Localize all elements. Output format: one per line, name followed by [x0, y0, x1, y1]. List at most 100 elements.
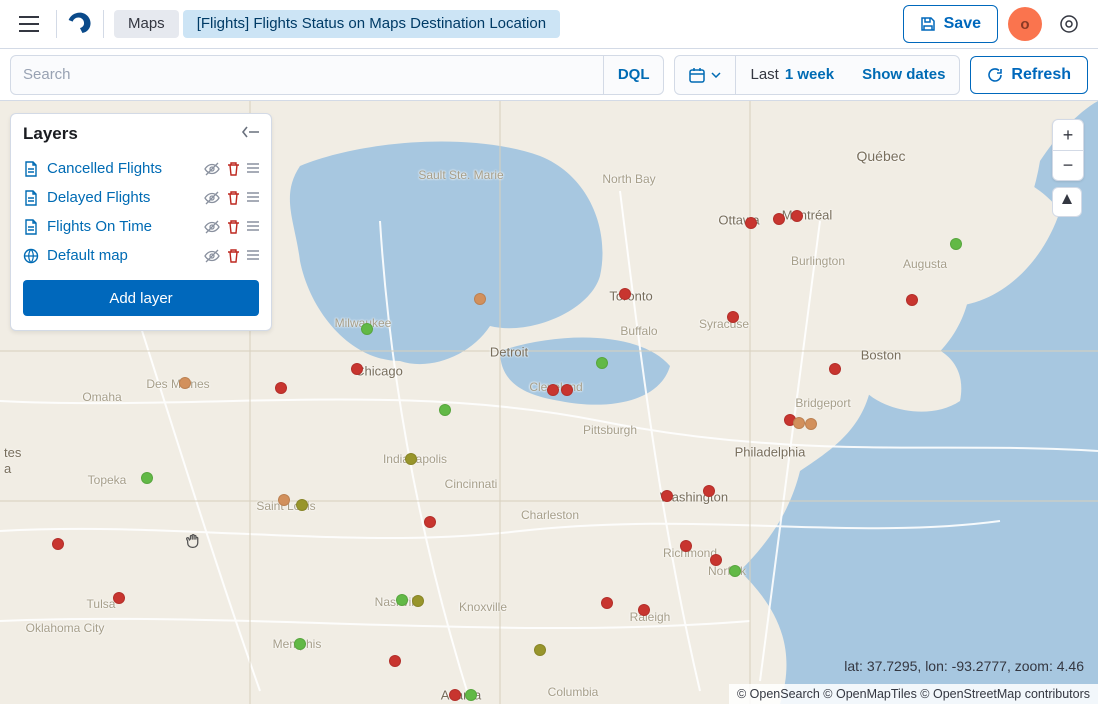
save-button[interactable]: Save [903, 5, 998, 43]
flight-status-dot[interactable] [601, 597, 613, 609]
layer-item-label[interactable]: Default map [47, 247, 196, 264]
city-label: Québec [856, 148, 905, 164]
flight-status-dot[interactable] [950, 238, 962, 250]
flight-status-dot[interactable] [389, 655, 401, 667]
drag-handle-icon[interactable] [247, 248, 259, 264]
hide-layer-icon[interactable] [204, 161, 220, 177]
flight-status-dot[interactable] [275, 382, 287, 394]
layer-item-label[interactable]: Flights On Time [47, 218, 196, 235]
refresh-button[interactable]: Refresh [970, 56, 1088, 94]
city-label: Buffalo [620, 324, 657, 338]
city-label: Tulsa [87, 597, 116, 611]
flight-status-dot[interactable] [547, 384, 559, 396]
flight-status-dot[interactable] [52, 538, 64, 550]
layer-item: Default map [11, 241, 271, 270]
delete-layer-icon[interactable] [226, 190, 241, 206]
delete-layer-icon[interactable] [226, 248, 241, 264]
refresh-button-label: Refresh [1011, 66, 1071, 84]
calendar-icon [689, 67, 705, 83]
city-label: Montréal [782, 208, 833, 223]
flight-status-dot[interactable] [294, 638, 306, 650]
flight-status-dot[interactable] [906, 294, 918, 306]
add-layer-button[interactable]: Add layer [23, 280, 259, 316]
globe-icon [23, 248, 39, 264]
date-calendar-button[interactable] [675, 56, 736, 94]
delete-layer-icon[interactable] [226, 219, 241, 235]
flight-status-dot[interactable] [680, 540, 692, 552]
flight-status-dot[interactable] [596, 357, 608, 369]
layer-item-label[interactable]: Delayed Flights [47, 189, 196, 206]
hide-layer-icon[interactable] [204, 248, 220, 264]
country-label-fragment: a [4, 461, 11, 476]
delete-layer-icon[interactable] [226, 161, 241, 177]
flight-status-dot[interactable] [661, 490, 673, 502]
city-label: Bridgeport [795, 396, 850, 410]
flight-status-dot[interactable] [561, 384, 573, 396]
map-canvas[interactable]: tes a Sault Ste. MarieNorth BayQuébecOtt… [0, 101, 1098, 704]
flight-status-dot[interactable] [729, 565, 741, 577]
menu-toggle-button[interactable] [12, 7, 46, 41]
flight-status-dot[interactable] [619, 288, 631, 300]
city-label: Raleigh [630, 610, 671, 624]
layer-item: Cancelled Flights [11, 154, 271, 183]
drag-handle-icon[interactable] [247, 161, 259, 177]
show-dates-button[interactable]: Show dates [848, 56, 959, 94]
flight-status-dot[interactable] [405, 453, 417, 465]
collapse-panel-icon[interactable] [241, 125, 259, 144]
flight-status-dot[interactable] [745, 217, 757, 229]
search-input[interactable] [11, 66, 603, 83]
flight-status-dot[interactable] [474, 293, 486, 305]
zoom-out-button[interactable]: − [1053, 150, 1083, 180]
flight-status-dot[interactable] [412, 595, 424, 607]
drag-handle-icon[interactable] [247, 190, 259, 206]
layers-panel: Layers Cancelled FlightsDelayed FlightsF… [10, 113, 272, 331]
city-label: Oklahoma City [26, 621, 105, 635]
city-label: Toronto [609, 289, 652, 304]
city-label: Pittsburgh [583, 423, 637, 437]
flight-status-dot[interactable] [465, 689, 477, 701]
flight-status-dot[interactable] [396, 594, 408, 606]
flight-status-dot[interactable] [449, 689, 461, 701]
map-controls: + − [1052, 119, 1084, 217]
opensearch-logo-icon[interactable] [67, 11, 93, 37]
help-icon[interactable] [1052, 7, 1086, 41]
hide-layer-icon[interactable] [204, 190, 220, 206]
flight-status-dot[interactable] [710, 554, 722, 566]
layer-item-label[interactable]: Cancelled Flights [47, 160, 196, 177]
city-label: Columbia [548, 685, 599, 699]
flight-status-dot[interactable] [793, 417, 805, 429]
breadcrumb-root[interactable]: Maps [114, 10, 179, 38]
flight-status-dot[interactable] [791, 210, 803, 222]
city-label: Charleston [521, 508, 579, 522]
compass-button[interactable] [1052, 187, 1082, 217]
chevron-down-icon [711, 72, 721, 78]
hide-layer-icon[interactable] [204, 219, 220, 235]
flight-status-dot[interactable] [179, 377, 191, 389]
flight-status-dot[interactable] [805, 418, 817, 430]
flight-status-dot[interactable] [773, 213, 785, 225]
flight-status-dot[interactable] [296, 499, 308, 511]
flight-status-dot[interactable] [638, 604, 650, 616]
flight-status-dot[interactable] [278, 494, 290, 506]
divider [56, 10, 57, 38]
dql-toggle[interactable]: DQL [603, 56, 664, 94]
flight-status-dot[interactable] [439, 404, 451, 416]
city-label: Philadelphia [735, 445, 806, 460]
breadcrumb-current[interactable]: [Flights] Flights Status on Maps Destina… [183, 10, 560, 38]
user-avatar[interactable]: o [1008, 7, 1042, 41]
date-quick-label[interactable]: Last 1 week [736, 56, 848, 94]
flight-status-dot[interactable] [703, 485, 715, 497]
drag-handle-icon[interactable] [247, 219, 259, 235]
zoom-in-button[interactable]: + [1053, 120, 1083, 150]
flight-status-dot[interactable] [351, 363, 363, 375]
flight-status-dot[interactable] [361, 323, 373, 335]
flight-status-dot[interactable] [113, 592, 125, 604]
flight-status-dot[interactable] [727, 311, 739, 323]
save-icon [920, 16, 936, 32]
refresh-icon [987, 67, 1003, 83]
flight-status-dot[interactable] [141, 472, 153, 484]
flight-status-dot[interactable] [534, 644, 546, 656]
query-bar: DQL Last 1 week Show dates Refresh [0, 49, 1098, 101]
flight-status-dot[interactable] [424, 516, 436, 528]
flight-status-dot[interactable] [829, 363, 841, 375]
